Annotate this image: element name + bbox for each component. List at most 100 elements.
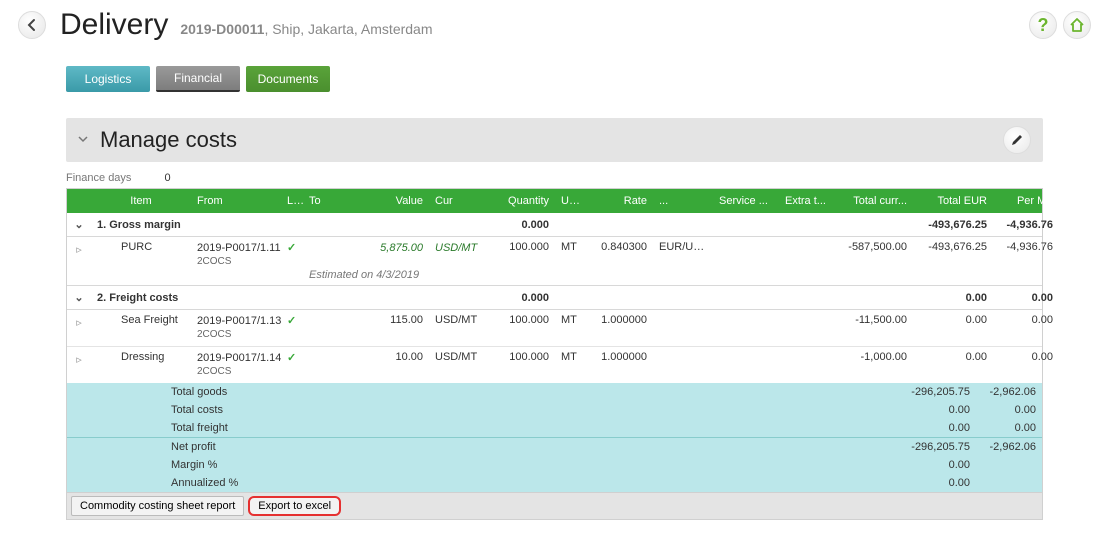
group-qty: 0.000 — [485, 219, 555, 231]
finance-days-value: 0 — [165, 172, 171, 184]
col-item[interactable]: Item — [91, 195, 191, 207]
page-title: Delivery — [60, 8, 168, 42]
summary-label: Margin % — [171, 459, 341, 471]
tab-financial[interactable]: Financial — [156, 66, 240, 92]
from-line1: 2019-P0017/1.11 — [197, 241, 275, 255]
summary-total-goods: Total goods -296,205.75 -2,962.06 — [67, 383, 1042, 401]
col-total-curr[interactable]: Total curr... — [833, 195, 913, 207]
export-to-excel-button[interactable]: Export to excel — [248, 496, 341, 516]
summary-label: Total costs — [171, 404, 341, 416]
group-total-eur: -493,676.25 — [913, 219, 993, 231]
summary-pmt: 0.00 — [976, 422, 1042, 434]
help-icon: ? — [1038, 15, 1049, 36]
value: 115.00 — [359, 314, 429, 326]
chevron-right-icon[interactable]: ▹ — [67, 314, 91, 329]
from-line2: 2COCS — [197, 328, 275, 342]
col-l[interactable]: L... — [281, 195, 303, 207]
col-to[interactable]: To — [303, 195, 359, 207]
unit: MT — [555, 241, 583, 253]
col-service[interactable]: Service ... — [713, 195, 779, 207]
summary-margin: Margin % 0.00 — [67, 456, 1042, 474]
data-row-sea-freight[interactable]: ▹ Sea Freight 2019-P0017/1.13 2COCS ✓ 11… — [67, 310, 1042, 347]
estimated-note: Estimated on 4/3/2019 — [309, 269, 419, 281]
col-total-eur[interactable]: Total EUR — [913, 195, 993, 207]
chevron-down-icon[interactable]: ⌄ — [67, 218, 91, 231]
home-icon — [1069, 17, 1085, 33]
chevron-right-icon[interactable]: ▹ — [67, 241, 91, 256]
summary-pmt: 0.00 — [976, 404, 1042, 416]
subtitle-suffix: , Ship, Jakarta, Amsterdam — [264, 21, 432, 37]
total-curr: -1,000.00 — [833, 351, 913, 363]
tab-logistics[interactable]: Logistics — [66, 66, 150, 92]
unit: MT — [555, 314, 583, 326]
from-line2: 2COCS — [197, 255, 275, 269]
total-curr: -587,500.00 — [833, 241, 913, 253]
currency: USD/MT — [429, 351, 485, 363]
section-header: Manage costs — [66, 118, 1043, 162]
item-name: Dressing — [91, 351, 191, 363]
summary-label: Total goods — [171, 386, 341, 398]
finance-days-label: Finance days — [66, 172, 131, 184]
per-mt: -4,936.76 — [993, 241, 1059, 253]
summary-pmt: -2,962.06 — [976, 441, 1042, 453]
summary-pmt: -2,962.06 — [976, 386, 1042, 398]
help-button[interactable]: ? — [1029, 11, 1057, 39]
col-rate-unit[interactable]: ... — [653, 195, 713, 207]
col-extra[interactable]: Extra t... — [779, 195, 833, 207]
col-unit[interactable]: U... — [555, 195, 583, 207]
from-line2: 2COCS — [197, 365, 275, 379]
per-mt: 0.00 — [993, 314, 1059, 326]
group-per-mt: -4,936.76 — [993, 219, 1059, 231]
item-name: PURC — [91, 241, 191, 253]
chevron-right-icon[interactable]: ▹ — [67, 351, 91, 366]
section-collapse-icon[interactable] — [78, 134, 90, 146]
item-name: Sea Freight — [91, 314, 191, 326]
home-button[interactable] — [1063, 11, 1091, 39]
rate: 1.000000 — [583, 314, 653, 326]
data-row-dressing[interactable]: ▹ Dressing 2019-P0017/1.14 2COCS ✓ 10.00… — [67, 347, 1042, 383]
rate: 1.000000 — [583, 351, 653, 363]
from-line1: 2019-P0017/1.13 — [197, 314, 275, 328]
tab-documents[interactable]: Documents — [246, 66, 330, 92]
group-per-mt: 0.00 — [993, 292, 1059, 304]
col-from[interactable]: From — [191, 195, 281, 207]
summary-block: Total goods -296,205.75 -2,962.06 Total … — [67, 383, 1042, 492]
quantity: 100.000 — [485, 351, 555, 363]
value: 10.00 — [359, 351, 429, 363]
col-per-mt[interactable]: Per MT — [993, 195, 1059, 207]
col-value[interactable]: Value — [359, 195, 429, 207]
from-line1: 2019-P0017/1.14 — [197, 351, 275, 365]
summary-annualized: Annualized % 0.00 — [67, 474, 1042, 492]
costs-grid: Item From L... To Value Cur Quantity U..… — [66, 188, 1043, 493]
group-qty: 0.000 — [485, 292, 555, 304]
col-quantity[interactable]: Quantity — [485, 195, 555, 207]
grid-header-row: Item From L... To Value Cur Quantity U..… — [67, 189, 1042, 213]
quantity: 100.000 — [485, 314, 555, 326]
summary-eur: 0.00 — [896, 459, 976, 471]
per-mt: 0.00 — [993, 351, 1059, 363]
chevron-down-icon[interactable]: ⌄ — [67, 291, 91, 304]
group-title: 1. Gross margin — [91, 219, 359, 231]
total-eur: -493,676.25 — [913, 241, 993, 253]
col-cur[interactable]: Cur — [429, 195, 485, 207]
summary-label: Total freight — [171, 422, 341, 434]
summary-total-costs: Total costs 0.00 0.00 — [67, 401, 1042, 419]
rate: 0.840300 — [583, 241, 653, 253]
group-row-gross-margin[interactable]: ⌄ 1. Gross margin 0.000 -493,676.25 -4,9… — [67, 213, 1042, 237]
commodity-costing-report-button[interactable]: Commodity costing sheet report — [71, 496, 244, 516]
group-title: 2. Freight costs — [91, 292, 359, 304]
summary-total-freight: Total freight 0.00 0.00 — [67, 419, 1042, 437]
quantity: 100.000 — [485, 241, 555, 253]
group-row-freight-costs[interactable]: ⌄ 2. Freight costs 0.000 0.00 0.00 — [67, 286, 1042, 310]
page-subtitle: 2019-D00011, Ship, Jakarta, Amsterdam — [180, 21, 432, 37]
summary-eur: 0.00 — [896, 422, 976, 434]
edit-button[interactable] — [1003, 126, 1031, 154]
section-title: Manage costs — [100, 127, 237, 153]
summary-net-profit: Net profit -296,205.75 -2,962.06 — [67, 438, 1042, 456]
summary-eur: -296,205.75 — [896, 386, 976, 398]
back-button[interactable] — [18, 11, 46, 39]
summary-eur: 0.00 — [896, 477, 976, 489]
col-rate[interactable]: Rate — [583, 195, 653, 207]
summary-label: Annualized % — [171, 477, 341, 489]
unit: MT — [555, 351, 583, 363]
